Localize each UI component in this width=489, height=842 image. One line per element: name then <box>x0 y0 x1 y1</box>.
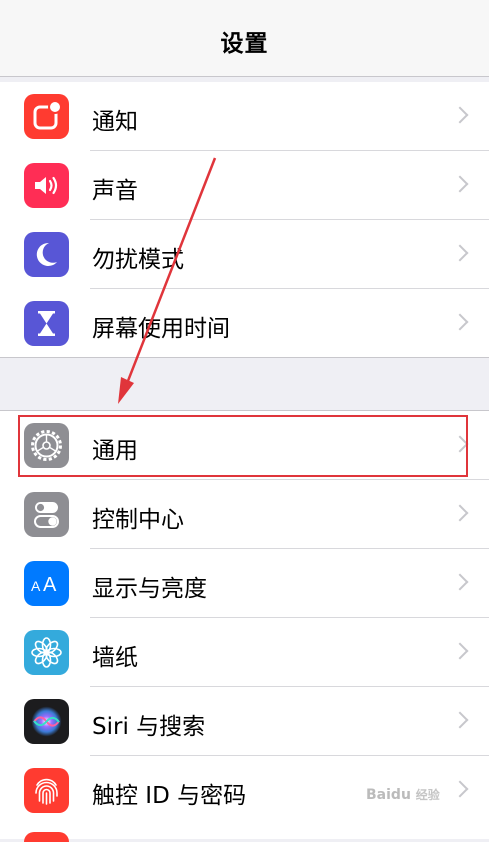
watermark: Baidu 经验 <box>366 787 440 803</box>
annotation-arrow <box>118 157 217 404</box>
